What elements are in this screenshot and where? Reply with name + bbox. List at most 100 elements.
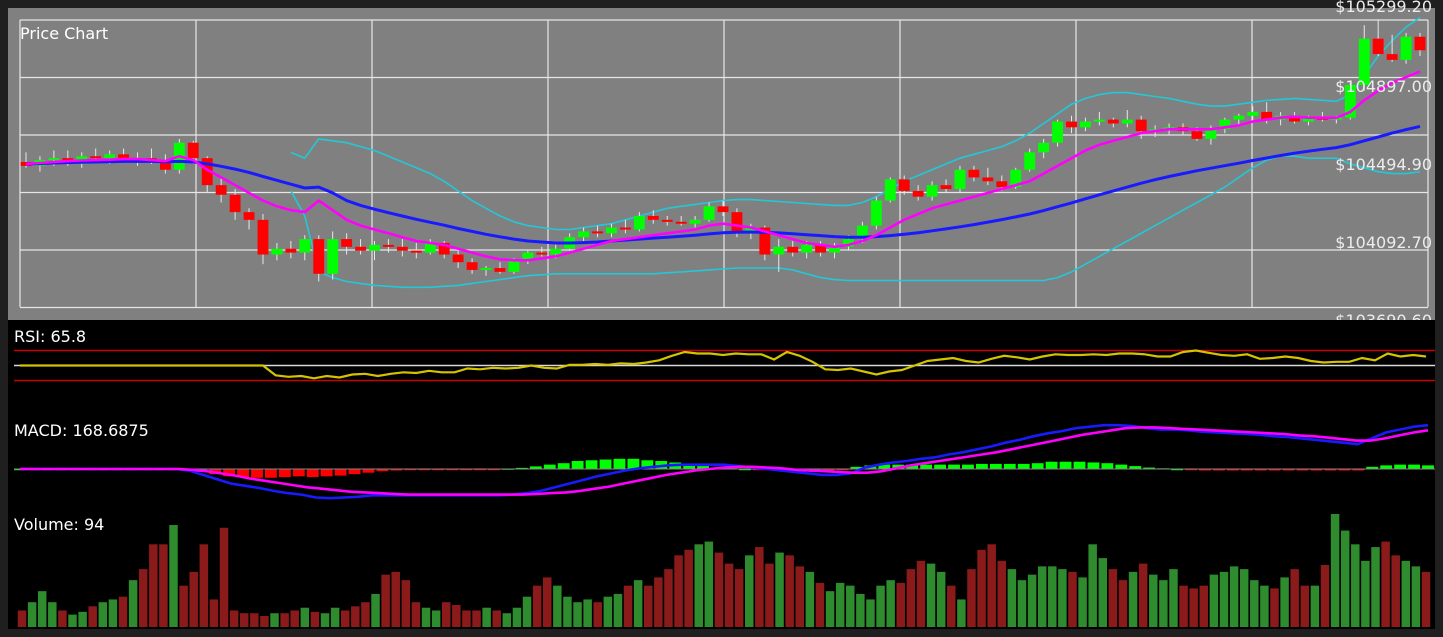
volume-bar <box>330 607 340 627</box>
volume-bar <box>159 544 168 627</box>
volume-bar <box>1219 571 1229 627</box>
volume-bar <box>462 610 471 627</box>
candle-body <box>633 215 645 230</box>
macd-histogram-bar <box>1408 464 1420 470</box>
volume-bar <box>1189 588 1198 627</box>
macd-histogram-bar <box>571 461 584 470</box>
candle-body <box>104 154 116 159</box>
macd-histogram-bar <box>1017 463 1030 470</box>
volume-bar <box>1058 569 1067 627</box>
volume-bar <box>542 577 552 627</box>
volume-bar <box>58 610 67 627</box>
volume-bar <box>846 585 855 627</box>
macd-histogram-bar <box>920 464 933 470</box>
volume-bar <box>613 593 623 627</box>
volume-bar <box>977 549 986 627</box>
volume-bar <box>1128 571 1138 627</box>
volume-bar <box>926 563 936 627</box>
volume-bar <box>1330 514 1340 627</box>
price-panel-title: Price Chart <box>20 24 108 43</box>
volume-bar <box>179 585 188 627</box>
volume-bar <box>391 571 400 627</box>
volume-bar <box>765 563 774 627</box>
candle-body <box>1024 152 1036 170</box>
candle-body <box>996 181 1008 188</box>
macd-histogram-bar <box>962 464 974 470</box>
macd-histogram-bar <box>1059 461 1072 470</box>
volume-bar <box>795 566 804 627</box>
volume-bar <box>361 602 370 627</box>
volume-bar <box>27 602 37 627</box>
candle-body <box>299 239 311 253</box>
candle-body <box>884 179 896 201</box>
volume-bar <box>1270 588 1279 627</box>
candle-body <box>257 219 269 255</box>
volume-bar <box>573 602 582 627</box>
volume-bar <box>1027 574 1037 627</box>
candle-body <box>1107 119 1119 124</box>
volume-bar <box>815 582 825 627</box>
chart-root: $105299.20 $104897.00 $104494.90 $104092.70… <box>0 0 1443 637</box>
macd-histogram-bar <box>1045 461 1058 470</box>
volume-bar <box>1250 580 1259 627</box>
macd-histogram-bar <box>265 469 277 478</box>
macd-histogram-bar <box>1115 464 1128 470</box>
volume-bar <box>916 560 926 627</box>
candle-body <box>229 194 241 213</box>
volume-bar <box>48 602 57 627</box>
candle-body <box>383 244 394 247</box>
macd-histogram-bar <box>1087 462 1100 470</box>
volume-bar <box>1290 569 1299 627</box>
macd-histogram-bar <box>292 469 305 477</box>
volume-bar <box>1361 560 1370 627</box>
candle-body <box>606 227 617 234</box>
candle-body <box>536 252 548 255</box>
price-y-tick-label: $105299.20 <box>1335 0 1432 16</box>
volume-bar <box>290 610 299 627</box>
macd-histogram-bar <box>989 463 1002 470</box>
candle-body <box>675 221 687 224</box>
volume-bar <box>1300 585 1310 627</box>
candle-body <box>898 179 910 191</box>
volume-bar <box>896 582 906 627</box>
volume-bar <box>583 599 592 627</box>
macd-histogram-bar <box>585 460 598 470</box>
volume-bar <box>260 615 269 627</box>
candle-body <box>90 156 102 159</box>
candle-body <box>1400 36 1412 60</box>
candle-body <box>452 254 464 263</box>
macd-histogram-bar <box>934 464 947 470</box>
volume-bar <box>209 599 219 627</box>
candle-body <box>731 212 743 232</box>
volume-bar <box>340 610 350 627</box>
volume-bar <box>1007 569 1017 627</box>
volume-bar <box>1108 569 1118 627</box>
volume-bar <box>633 580 643 627</box>
volume-bar <box>1017 580 1027 627</box>
volume-bar <box>714 552 724 627</box>
candle-body <box>355 246 366 251</box>
volume-bar <box>1068 571 1077 627</box>
candle-body <box>717 206 729 213</box>
volume-bar <box>1340 530 1350 627</box>
candle-body <box>480 268 492 271</box>
macd-histogram-bar <box>599 459 612 470</box>
volume-bar <box>684 549 693 627</box>
volume-bar <box>967 569 976 627</box>
volume-bar <box>138 569 148 627</box>
candle-body <box>954 169 966 189</box>
volume-bar <box>1351 544 1360 627</box>
candle-body <box>1414 36 1426 51</box>
candle-body <box>982 177 994 182</box>
macd-histogram-bar <box>1101 463 1114 470</box>
volume-bar <box>553 585 562 627</box>
rsi-label: RSI: 65.8 <box>14 327 86 346</box>
candle-body <box>369 244 380 251</box>
volume-bar <box>1169 569 1178 627</box>
volume-bar <box>351 606 360 627</box>
volume-bar <box>270 613 279 627</box>
volume-bar <box>108 599 118 627</box>
candle-body <box>215 185 227 195</box>
macd-histogram-bar <box>543 464 556 470</box>
macd-histogram-bar <box>948 464 960 470</box>
